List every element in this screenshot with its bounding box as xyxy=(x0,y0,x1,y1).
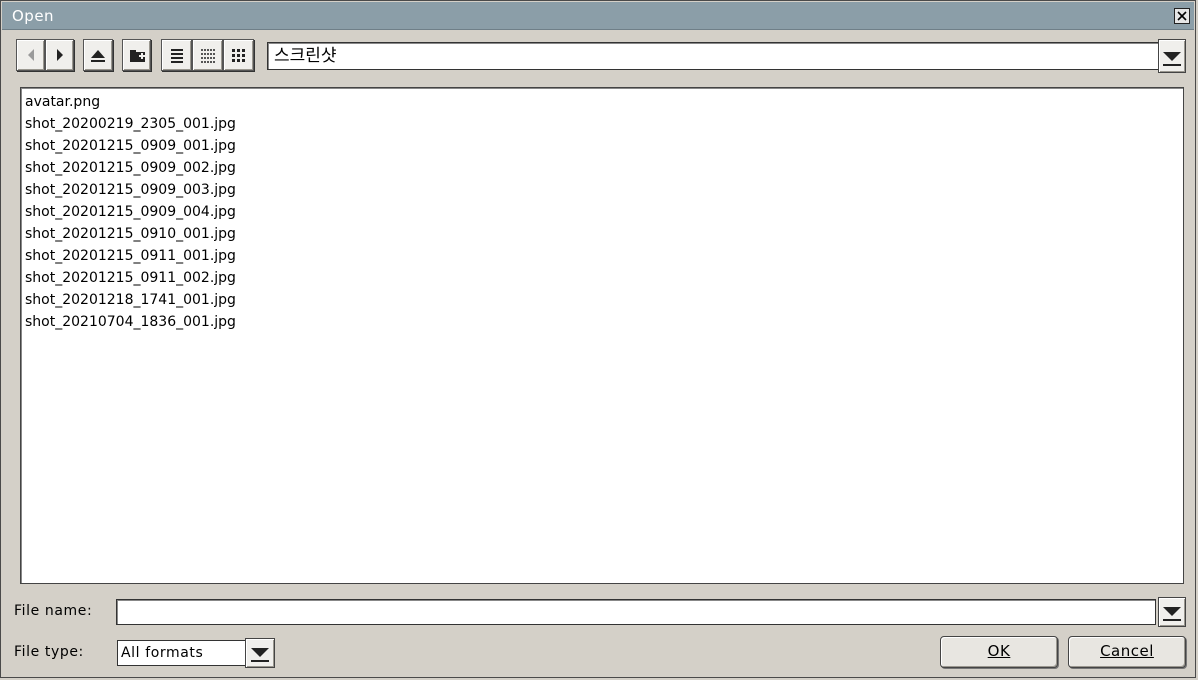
cancel-button-label: Cancel xyxy=(1100,642,1154,660)
large-icons-view-icon xyxy=(232,49,245,62)
file-item[interactable]: shot_20201215_0911_002.jpg xyxy=(21,267,1183,289)
chevron-down-icon xyxy=(1163,607,1181,621)
large-icons-view-button[interactable] xyxy=(223,39,254,71)
cancel-button[interactable]: Cancel xyxy=(1068,636,1186,668)
file-type-select[interactable]: All formats xyxy=(117,640,247,666)
file-item[interactable]: shot_20210704_1836_001.jpg xyxy=(21,311,1183,333)
file-name-dropdown-button[interactable] xyxy=(1158,597,1186,627)
file-type-label: File type: xyxy=(14,644,84,660)
file-name-label: File name: xyxy=(14,603,93,619)
file-item[interactable]: avatar.png xyxy=(21,91,1183,113)
list-view-icon xyxy=(171,49,183,63)
title-bar[interactable]: Open xyxy=(2,2,1194,30)
back-button[interactable] xyxy=(16,39,45,71)
ok-button-label: OK xyxy=(987,642,1011,660)
ok-button[interactable]: OK xyxy=(940,636,1058,668)
open-dialog: Open 스크린샷 avatar.png shot_20200219_2305_… xyxy=(0,0,1196,678)
forward-icon xyxy=(57,49,63,61)
back-icon xyxy=(28,49,34,61)
file-item[interactable]: shot_20201215_0909_003.jpg xyxy=(21,179,1183,201)
new-folder-icon xyxy=(130,50,145,62)
new-folder-button[interactable] xyxy=(122,39,151,71)
window-title: Open xyxy=(12,7,55,25)
path-dropdown-button[interactable] xyxy=(1158,39,1186,73)
close-icon xyxy=(1177,11,1187,21)
file-type-dropdown-button[interactable] xyxy=(245,638,275,668)
close-button[interactable] xyxy=(1174,8,1190,24)
small-icons-view-icon xyxy=(201,49,215,63)
file-item[interactable]: shot_20201215_0910_001.jpg xyxy=(21,223,1183,245)
file-item[interactable]: shot_20201215_0909_002.jpg xyxy=(21,157,1183,179)
up-icon xyxy=(91,50,105,62)
chevron-down-icon xyxy=(1163,52,1181,66)
file-item[interactable]: shot_20200219_2305_001.jpg xyxy=(21,113,1183,135)
file-item[interactable]: shot_20201215_0909_004.jpg xyxy=(21,201,1183,223)
file-list[interactable]: avatar.png shot_20200219_2305_001.jpg sh… xyxy=(20,87,1184,584)
path-field[interactable]: 스크린샷 xyxy=(267,42,1159,70)
list-view-button[interactable] xyxy=(161,39,192,71)
chevron-down-icon xyxy=(251,648,269,662)
file-item[interactable]: shot_20201215_0909_001.jpg xyxy=(21,135,1183,157)
up-folder-button[interactable] xyxy=(83,39,113,71)
file-item[interactable]: shot_20201215_0911_001.jpg xyxy=(21,245,1183,267)
file-item[interactable]: shot_20201218_1741_001.jpg xyxy=(21,289,1183,311)
file-name-input[interactable] xyxy=(116,599,1156,625)
small-icons-view-button[interactable] xyxy=(192,39,223,71)
forward-button[interactable] xyxy=(45,39,74,71)
